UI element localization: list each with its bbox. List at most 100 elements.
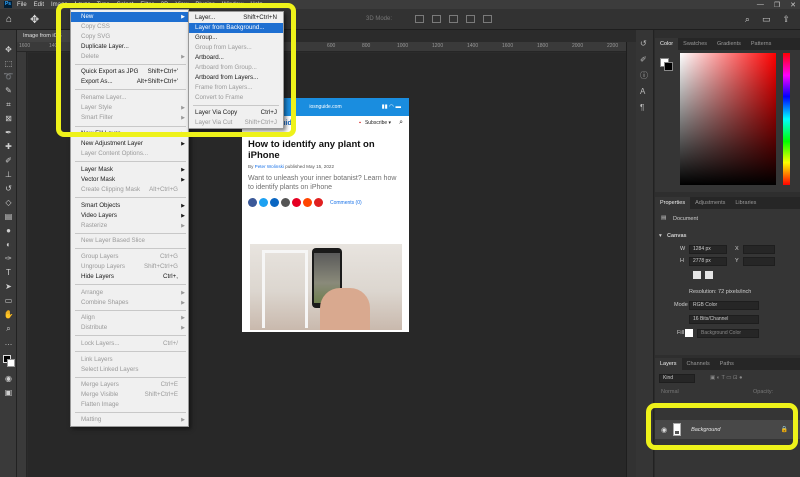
pen-icon[interactable]: ✑ (3, 255, 14, 263)
menu-item-arrange[interactable]: Arrange ▶ (71, 288, 188, 298)
healing-icon[interactable]: ✚ (3, 143, 14, 151)
tab-adjustments[interactable]: Adjustments (690, 197, 730, 209)
menu-item-group-layers[interactable]: Group Layers Ctrl+G (71, 252, 188, 262)
share-icon[interactable]: ⇪ (782, 14, 790, 25)
menu-item-create-clipping-mask[interactable]: Create Clipping Mask Alt+Ctrl+G (71, 185, 188, 195)
height-field[interactable]: 2778 px (689, 257, 727, 266)
menu-item-layer-mask[interactable]: Layer Mask ▶ (71, 165, 188, 175)
dodge-icon[interactable]: ◐ (3, 241, 14, 249)
blend-mode-select[interactable]: Normal (661, 389, 679, 395)
menu-item-vector-mask[interactable]: Vector Mask ▶ (71, 175, 188, 185)
menu-separator (75, 412, 186, 413)
y-field[interactable] (743, 257, 775, 266)
gradient-icon[interactable]: ▤ (3, 213, 14, 221)
quick-select-icon[interactable]: ✎ (3, 87, 14, 95)
minimize-icon[interactable]: — (757, 1, 764, 8)
menu-item-lock-layers[interactable]: Lock Layers... Ctrl+/ (71, 339, 188, 349)
restore-icon[interactable]: ❐ (774, 1, 780, 9)
eyedropper-icon[interactable]: ✒ (3, 129, 14, 137)
menu-item-flatten-image[interactable]: Flatten Image (71, 400, 188, 410)
type-icon[interactable]: T (3, 269, 14, 277)
workspace-icon[interactable]: ▭ (762, 14, 771, 25)
orbit-icon[interactable] (415, 15, 424, 23)
pan-icon[interactable] (449, 15, 458, 23)
zoom-icon[interactable]: ⌕ (3, 325, 14, 333)
tab-channels[interactable]: Channels (682, 358, 715, 370)
hand-icon[interactable]: ✋ (3, 311, 14, 319)
landscape-icon[interactable] (705, 271, 713, 279)
width-field[interactable]: 1284 px (689, 245, 727, 254)
character-icon[interactable]: A (640, 88, 650, 96)
lasso-icon[interactable]: ➰ (3, 73, 14, 81)
tab-libraries[interactable]: Libraries (730, 197, 761, 209)
move-icon[interactable]: ✥ (3, 46, 14, 54)
menu-item-ungroup-layers[interactable]: Ungroup Layers Shift+Ctrl+G (71, 262, 188, 272)
background-color-swatch[interactable] (7, 359, 15, 367)
x-field[interactable] (743, 245, 775, 254)
menu-item-layer-content-options[interactable]: Layer Content Options... (71, 149, 188, 159)
hue-slider[interactable] (783, 53, 790, 185)
portrait-icon[interactable] (693, 271, 701, 279)
annotation-highlight-layer (646, 403, 798, 450)
vertical-scrollbar[interactable] (626, 42, 636, 477)
brush-icon[interactable]: ✐ (3, 157, 14, 165)
menu-item-label: Rasterize (81, 222, 108, 229)
fill-select[interactable]: Background Color (697, 329, 759, 338)
tab-swatches[interactable]: Swatches (678, 38, 712, 50)
menu-item-hide-layers[interactable]: Hide Layers Ctrl+, (71, 272, 188, 282)
menu-item-merge-layers[interactable]: Merge Layers Ctrl+E (71, 380, 188, 390)
info-icon[interactable]: ⓘ (640, 72, 650, 80)
close-icon[interactable]: ✕ (790, 1, 796, 9)
menu-edit[interactable]: Edit (34, 2, 44, 8)
search-icon[interactable]: ⌕ (745, 14, 750, 25)
tab-paths[interactable]: Paths (715, 358, 739, 370)
frame-icon[interactable]: ⊠ (3, 115, 14, 123)
mode-select[interactable]: RGB Color (689, 301, 759, 310)
tab-color[interactable]: Color (655, 38, 679, 50)
fill-color-chip[interactable] (685, 329, 693, 337)
rectangle-icon[interactable]: ▭ (3, 297, 14, 305)
move-tool-icon[interactable]: ✥ (30, 13, 39, 26)
tab-layers[interactable]: Layers (655, 358, 682, 370)
screen-mode-icon[interactable]: ▣ (3, 389, 14, 397)
color-picker-field[interactable] (680, 53, 776, 185)
menu-item-select-linked-layers[interactable]: Select Linked Layers (71, 365, 188, 375)
marquee-icon[interactable]: ⬚ (3, 60, 14, 68)
menu-item-video-layers[interactable]: Video Layers ▶ (71, 211, 188, 221)
menu-item-merge-visible[interactable]: Merge Visible Shift+Ctrl+E (71, 390, 188, 400)
paragraph-icon[interactable]: ¶ (640, 104, 650, 112)
menu-item-new-adjustment-layer[interactable]: New Adjustment Layer ▶ (71, 139, 188, 149)
quick-mask-icon[interactable]: ◉ (3, 375, 14, 383)
menu-item-new-layer-based-slice[interactable]: New Layer Based Slice (71, 236, 188, 246)
eraser-icon[interactable]: ◇ (3, 199, 14, 207)
brush-settings-icon[interactable]: ✐ (640, 56, 650, 64)
bit-depth-select[interactable]: 16 Bits/Channel (689, 315, 759, 324)
tab-gradients[interactable]: Gradients (712, 38, 746, 50)
filter-icons[interactable]: ▣ ◐ T ▭ ⊡ ● (710, 375, 742, 381)
menu-file[interactable]: File (17, 2, 27, 8)
menu-item-rasterize[interactable]: Rasterize ▶ (71, 221, 188, 231)
menu-item-distribute[interactable]: Distribute ▶ (71, 323, 188, 333)
blur-icon[interactable]: ● (3, 227, 14, 235)
bg-color-chip[interactable] (664, 62, 673, 71)
path-select-icon[interactable]: ➤ (3, 283, 14, 291)
menu-item-link-layers[interactable]: Link Layers (71, 355, 188, 365)
more-tools-icon[interactable]: … (3, 339, 14, 347)
chevron-down-icon[interactable]: ▾ (659, 233, 662, 239)
menu-item-smart-objects[interactable]: Smart Objects ▶ (71, 201, 188, 211)
menu-item-align[interactable]: Align ▶ (71, 313, 188, 323)
stamp-icon[interactable]: ⊥ (3, 171, 14, 179)
home-icon[interactable]: ⌂ (6, 14, 12, 25)
layer-filter-kind[interactable]: Kind (659, 374, 695, 383)
history-brush-icon[interactable]: ↺ (3, 185, 14, 193)
slide-icon[interactable] (466, 15, 475, 23)
tab-properties[interactable]: Properties (655, 197, 691, 209)
video-icon[interactable] (483, 15, 492, 23)
history-icon[interactable]: ↺ (640, 40, 650, 48)
chair-shape (262, 250, 308, 328)
roll-icon[interactable] (432, 15, 441, 23)
crop-icon[interactable]: ⌗ (3, 101, 14, 109)
menu-item-matting[interactable]: Matting ▶ (71, 415, 188, 425)
menu-item-combine-shapes[interactable]: Combine Shapes ▶ (71, 298, 188, 308)
tab-patterns[interactable]: Patterns (746, 38, 776, 50)
